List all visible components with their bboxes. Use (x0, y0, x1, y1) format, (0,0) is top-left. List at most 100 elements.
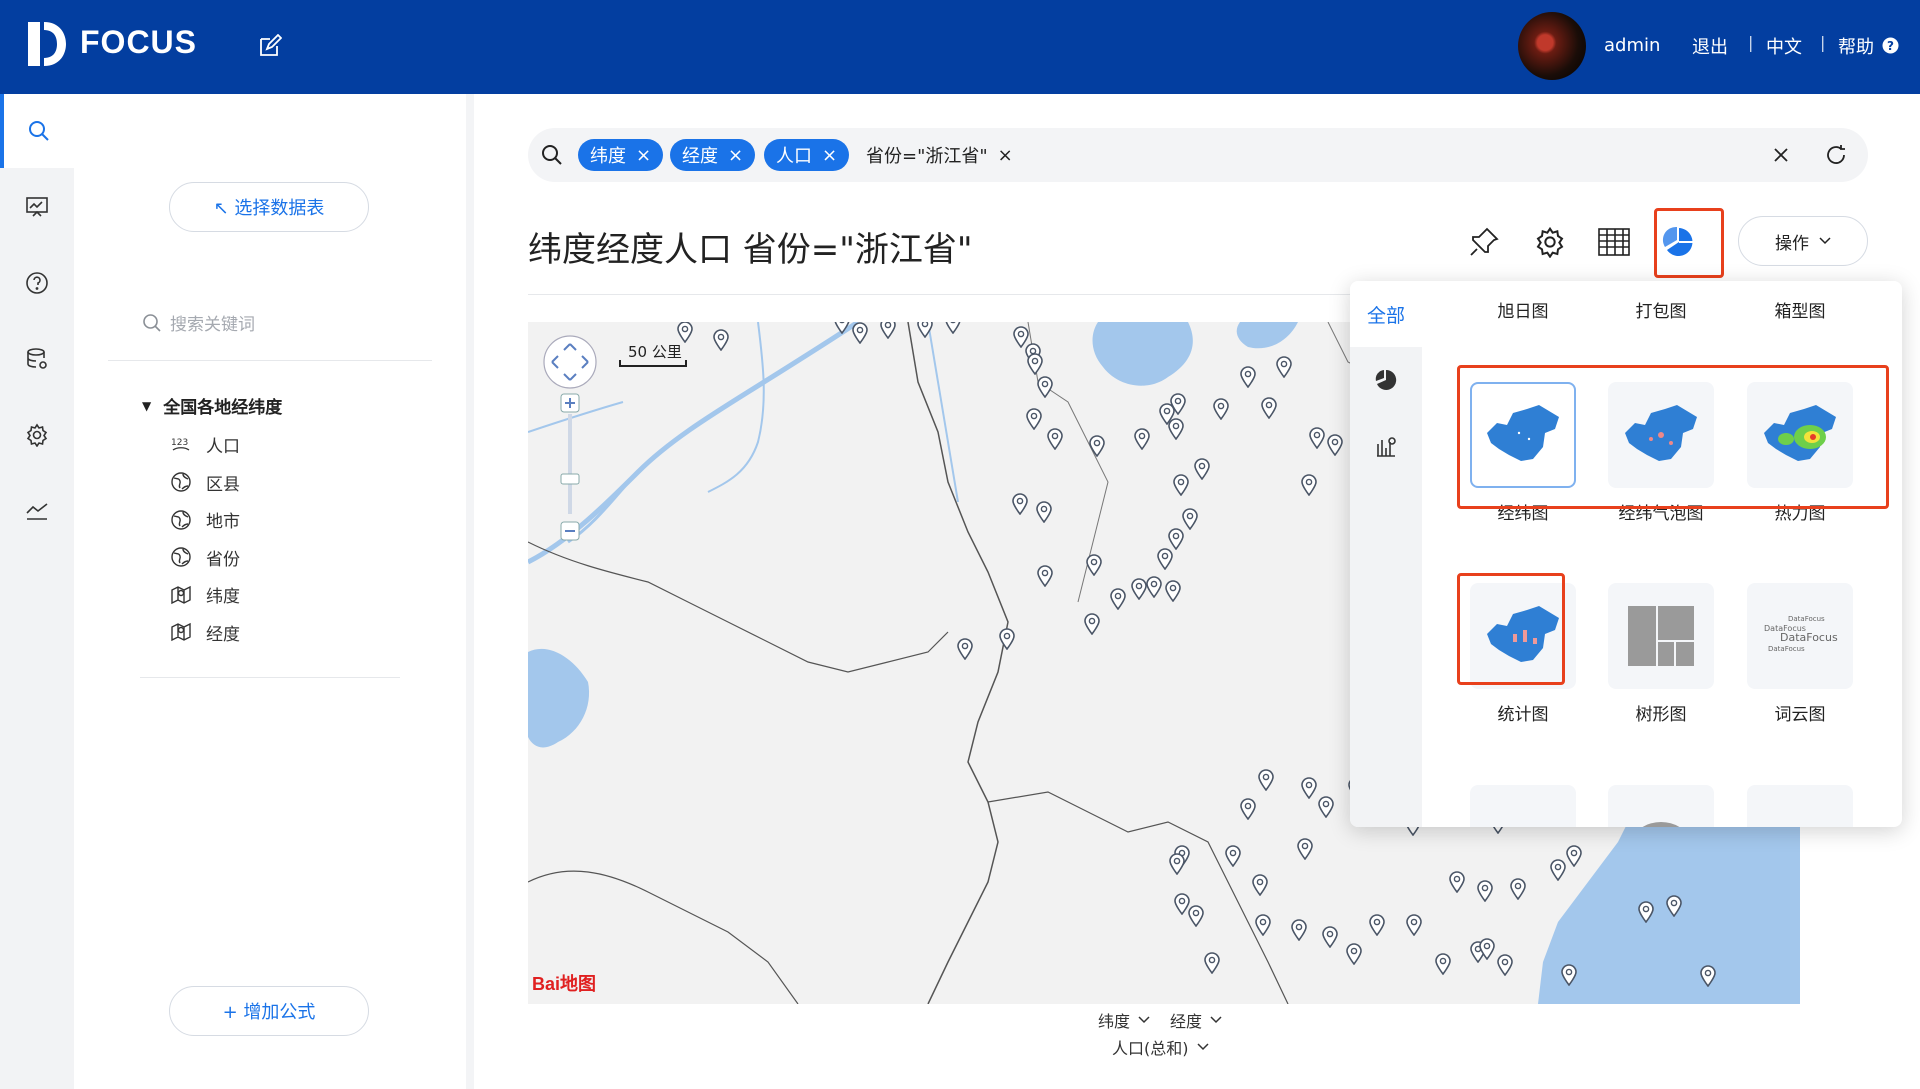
location-pin-icon[interactable] (1240, 798, 1256, 820)
language-link[interactable]: 中文 (1766, 33, 1802, 59)
location-pin-icon[interactable] (1322, 926, 1338, 948)
chart-label[interactable]: 箱型图 (1730, 297, 1870, 322)
close-icon[interactable]: × (998, 145, 1013, 166)
location-pin-icon[interactable] (1479, 938, 1495, 960)
location-pin-icon[interactable] (917, 322, 933, 338)
search-token[interactable]: 经度 × (670, 139, 756, 171)
location-pin-icon[interactable] (1037, 376, 1053, 398)
table-node[interactable]: ▼ 全国各地经纬度 (142, 393, 282, 418)
location-pin-icon[interactable] (1026, 408, 1042, 430)
add-formula-button[interactable]: + 增加公式 (169, 986, 369, 1036)
location-pin-icon[interactable] (1131, 578, 1147, 600)
tab-all[interactable]: 全部 (1350, 281, 1422, 347)
location-pin-icon[interactable] (1510, 878, 1526, 900)
location-pin-icon[interactable] (1169, 853, 1185, 875)
location-pin-icon[interactable] (1638, 901, 1654, 923)
nav-analysis[interactable] (0, 474, 74, 548)
nav-help[interactable] (0, 246, 74, 320)
location-pin-icon[interactable] (1258, 769, 1274, 791)
location-pin-icon[interactable] (957, 638, 973, 660)
table-view-button[interactable] (1594, 222, 1634, 262)
location-pin-icon[interactable] (1301, 474, 1317, 496)
focus-logo-icon[interactable] (26, 20, 68, 68)
settings-button[interactable] (1530, 222, 1570, 262)
location-pin-icon[interactable] (1204, 952, 1220, 974)
logout-link[interactable]: 退出 (1692, 33, 1728, 59)
location-pin-icon[interactable] (1084, 613, 1100, 635)
nav-settings[interactable] (0, 398, 74, 472)
close-icon[interactable]: × (822, 145, 837, 166)
field-item[interactable]: 纬度 (170, 582, 240, 607)
field-item[interactable]: 省份 (170, 545, 240, 570)
location-pin-icon[interactable] (1406, 914, 1422, 936)
nav-data[interactable] (0, 322, 74, 396)
location-pin-icon[interactable] (1240, 366, 1256, 388)
location-pin-icon[interactable] (1346, 943, 1362, 965)
location-pin-icon[interactable] (1027, 353, 1043, 375)
location-pin-icon[interactable] (1188, 905, 1204, 927)
field-item[interactable]: 地市 (170, 507, 240, 532)
location-pin-icon[interactable] (677, 322, 693, 343)
location-pin-icon[interactable] (1168, 528, 1184, 550)
field-item[interactable]: 123 人口 (170, 432, 240, 457)
avatar[interactable] (1518, 12, 1586, 80)
chart-option-treemap[interactable] (1608, 583, 1714, 689)
location-pin-icon[interactable] (999, 628, 1015, 650)
location-pin-icon[interactable] (1157, 548, 1173, 570)
location-pin-icon[interactable] (1182, 508, 1198, 530)
zoom-control[interactable] (540, 332, 600, 542)
location-pin-icon[interactable] (1252, 874, 1268, 896)
location-pin-icon[interactable] (1261, 397, 1277, 419)
help-icon[interactable]: ? (1882, 37, 1899, 54)
help-link[interactable]: 帮助 (1838, 33, 1874, 59)
chart-label[interactable]: 统计图 (1453, 700, 1593, 725)
location-pin-icon[interactable] (1301, 777, 1317, 799)
location-pin-icon[interactable] (852, 322, 868, 344)
location-pin-icon[interactable] (1110, 588, 1126, 610)
location-pin-icon[interactable] (1170, 393, 1186, 415)
search-token[interactable]: 人口 × (764, 139, 850, 171)
location-pin-icon[interactable] (1477, 880, 1493, 902)
location-pin-icon[interactable] (1037, 565, 1053, 587)
location-pin-icon[interactable] (1047, 428, 1063, 450)
location-pin-icon[interactable] (945, 322, 961, 334)
pin-button[interactable] (1464, 222, 1504, 262)
location-pin-icon[interactable] (1165, 580, 1181, 602)
tab-bar[interactable] (1350, 413, 1422, 479)
location-pin-icon[interactable] (1435, 953, 1451, 975)
location-pin-icon[interactable] (1318, 796, 1334, 818)
search-token[interactable]: 纬度 × (578, 139, 664, 171)
location-pin-icon[interactable] (1550, 859, 1566, 881)
location-pin-icon[interactable] (1561, 964, 1577, 986)
location-pin-icon[interactable] (880, 322, 896, 339)
keyword-search[interactable]: 搜索关键词 (142, 310, 255, 335)
chart-option-more[interactable] (1608, 785, 1714, 827)
location-pin-icon[interactable] (1369, 914, 1385, 936)
location-pin-icon[interactable] (834, 322, 850, 334)
location-pin-icon[interactable] (1213, 398, 1229, 420)
edit-icon[interactable] (258, 34, 282, 58)
location-pin-icon[interactable] (1086, 554, 1102, 576)
location-pin-icon[interactable] (1225, 845, 1241, 867)
search-bar[interactable]: 纬度 × 经度 × 人口 × 省份="浙江省" × (528, 128, 1868, 182)
chart-option-more[interactable] (1470, 785, 1576, 827)
location-pin-icon[interactable] (1449, 871, 1465, 893)
location-pin-icon[interactable] (1276, 356, 1292, 378)
close-icon[interactable]: × (636, 145, 651, 166)
location-pin-icon[interactable] (1700, 965, 1716, 987)
location-pin-icon[interactable] (1666, 895, 1682, 917)
location-pin-icon[interactable] (1566, 845, 1582, 867)
chart-option-wordcloud[interactable]: DataFocus DataFocus DataFocus DataFocus (1747, 583, 1853, 689)
close-icon[interactable]: × (728, 145, 743, 166)
chart-label[interactable]: 旭日图 (1453, 297, 1593, 322)
field-item[interactable]: 经度 (170, 620, 240, 645)
clear-icon[interactable] (1774, 148, 1788, 162)
chart-label[interactable]: 打包图 (1591, 297, 1731, 322)
username[interactable]: admin (1604, 35, 1660, 56)
location-pin-icon[interactable] (713, 329, 729, 351)
location-pin-icon[interactable] (1146, 576, 1162, 598)
location-pin-icon[interactable] (1089, 435, 1105, 457)
select-table-button[interactable]: ↖ 选择数据表 (169, 182, 369, 232)
tab-pie[interactable] (1350, 347, 1422, 413)
chart-option-more[interactable] (1747, 785, 1853, 827)
